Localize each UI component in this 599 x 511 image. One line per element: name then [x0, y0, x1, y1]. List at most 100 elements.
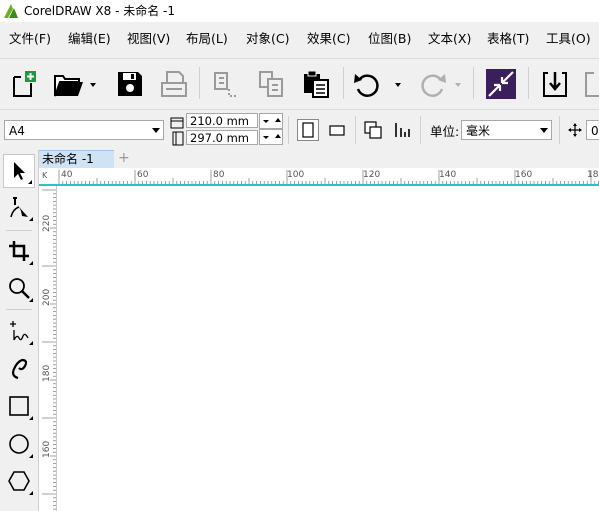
flyout-icon — [29, 261, 33, 265]
paste-button[interactable] — [299, 67, 333, 101]
new-document-button[interactable] — [7, 67, 41, 101]
window-title: CorelDRAW X8 - 未命名 -1 — [24, 4, 176, 18]
freehand-tool[interactable] — [3, 314, 35, 348]
save-button[interactable] — [113, 67, 147, 101]
publish-icon — [585, 72, 599, 97]
nudge-input[interactable]: 0 — [586, 120, 599, 140]
vertical-ruler[interactable]: 220 200 180 160 — [39, 186, 57, 511]
flyout-icon — [29, 454, 33, 458]
menu-edit[interactable]: 编辑(E) — [68, 31, 111, 47]
tool-separator — [6, 309, 32, 310]
menu-bar: 文件(F) 编辑(E) 视图(V) 布局(L) 对象(C) 效果(C) 位图(B… — [0, 27, 599, 51]
nudge-value: 0 — [591, 124, 599, 138]
menu-view[interactable]: 视图(V) — [127, 31, 170, 47]
toolbar-separator — [343, 67, 344, 99]
hexagon-icon — [8, 471, 30, 491]
landscape-button[interactable] — [326, 119, 348, 141]
menu-effects[interactable]: 效果(C) — [307, 31, 350, 47]
title-bar: CorelDRAW X8 - 未命名 -1 — [0, 0, 599, 22]
open-folder-icon — [54, 75, 96, 97]
portrait-button[interactable] — [297, 119, 319, 141]
menu-table[interactable]: 表格(T) — [487, 31, 529, 47]
ruler-origin[interactable]: K — [39, 168, 57, 186]
page-height-input[interactable]: 297.0 mm — [186, 130, 258, 145]
landscape-icon — [329, 125, 345, 136]
menu-bitmaps[interactable]: 位图(B) — [368, 31, 411, 47]
propbar-separator — [355, 116, 356, 144]
ellipse-tool[interactable] — [3, 427, 35, 461]
page-width-icon — [170, 117, 184, 129]
page-height-icon — [172, 131, 184, 146]
artistic-media-icon — [12, 358, 28, 380]
paste-icon — [304, 70, 329, 98]
menu-file[interactable]: 文件(F) — [9, 31, 51, 47]
h-ruler-label: 140 — [439, 170, 457, 180]
h-ruler-label: 100 — [287, 170, 305, 180]
property-bar: A4 210.0 mm 297.0 mm 单位: 毫米 0 — [0, 109, 599, 151]
chevron-down-icon — [152, 128, 160, 133]
current-page-button[interactable] — [392, 119, 414, 141]
ruler-origin-label: K — [42, 171, 48, 180]
print-button[interactable] — [157, 67, 191, 101]
save-icon — [118, 72, 142, 96]
copy-button[interactable] — [254, 67, 288, 101]
h-ruler-label: 180 — [587, 170, 599, 180]
units-dropdown[interactable]: 毫米 — [461, 120, 552, 140]
add-tab-button[interactable]: + — [118, 150, 130, 167]
h-ruler-label: 160 — [515, 170, 533, 180]
standard-toolbar — [0, 58, 599, 109]
cut-button[interactable] — [208, 67, 242, 101]
copy-icon — [259, 71, 283, 97]
horizontal-ruler[interactable]: 40 60 80 100 120 140 160 180 — [57, 168, 599, 186]
menu-object[interactable]: 对象(C) — [246, 31, 289, 47]
all-pages-icon — [364, 121, 382, 139]
export-button[interactable] — [538, 67, 572, 101]
page-width-input[interactable]: 210.0 mm — [186, 113, 258, 128]
flyout-icon — [29, 217, 33, 221]
open-button[interactable] — [52, 67, 98, 101]
flyout-icon — [28, 180, 32, 184]
artistic-media-tool[interactable] — [3, 351, 35, 385]
tool-separator — [6, 230, 32, 231]
rectangle-tool[interactable] — [3, 389, 35, 423]
redo-button[interactable] — [412, 67, 464, 101]
flyout-icon — [29, 341, 33, 345]
drawing-canvas[interactable] — [57, 186, 599, 511]
cut-icon — [214, 72, 237, 97]
pick-tool[interactable] — [3, 154, 35, 188]
crop-tool[interactable] — [3, 234, 35, 268]
toolbox — [0, 150, 39, 511]
v-ruler-label: 220 — [42, 214, 52, 232]
menu-tools[interactable]: 工具(O) — [546, 31, 591, 47]
shape-tool[interactable] — [3, 190, 35, 224]
document-tab[interactable]: 未命名 -1 — [39, 150, 114, 168]
toolbar-separator — [199, 67, 200, 99]
propbar-separator — [420, 116, 421, 144]
menu-text[interactable]: 文本(X) — [428, 31, 471, 47]
v-ruler-label: 160 — [42, 440, 52, 458]
menu-layout[interactable]: 布局(L) — [186, 31, 228, 47]
pointer-icon — [14, 162, 25, 180]
all-pages-button[interactable] — [362, 119, 384, 141]
propbar-separator — [559, 116, 560, 144]
page-size-dropdown[interactable]: A4 — [4, 120, 164, 140]
units-value: 毫米 — [466, 124, 491, 138]
flyout-icon — [29, 491, 33, 495]
zoom-tool[interactable] — [3, 271, 35, 305]
zoom-icon — [9, 278, 30, 299]
page-width-value: 210.0 mm — [190, 114, 249, 128]
chevron-down-icon — [540, 128, 548, 133]
toolbar-separator — [473, 67, 474, 99]
print-icon — [161, 71, 187, 97]
crop-icon — [9, 241, 29, 261]
rectangle-icon — [9, 396, 29, 416]
h-ruler-label: 120 — [363, 170, 381, 180]
polygon-tool[interactable] — [3, 464, 35, 498]
portrait-icon — [302, 122, 314, 138]
flyout-icon — [29, 298, 33, 302]
import-button[interactable] — [484, 67, 518, 101]
undo-button[interactable] — [352, 67, 404, 101]
size-spinner-icon[interactable] — [259, 113, 283, 145]
publish-button[interactable] — [580, 67, 599, 101]
page-height-value: 297.0 mm — [190, 131, 249, 145]
